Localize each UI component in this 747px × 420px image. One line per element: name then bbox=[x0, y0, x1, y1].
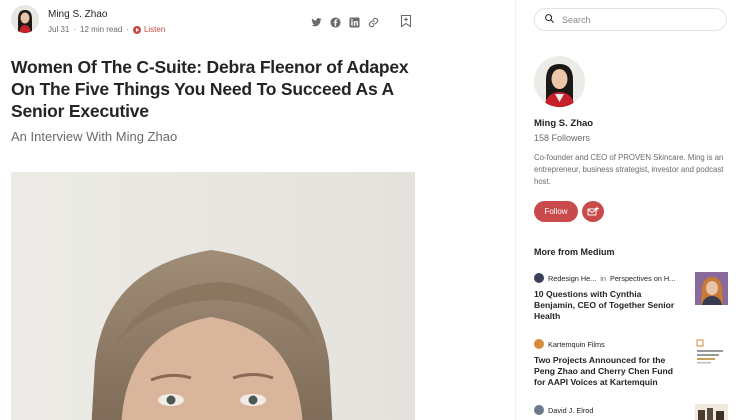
more-from-medium-heading: More from Medium bbox=[534, 247, 615, 257]
author-byline: Ming S. Zhao Jul 31 · 12 min read · List… bbox=[11, 5, 415, 37]
rec-title[interactable]: 10 Questions with Cynthia Benjamin, CEO … bbox=[534, 289, 684, 322]
source-author[interactable]: Redesign He... bbox=[548, 274, 596, 283]
play-icon bbox=[132, 25, 141, 34]
in-label: in bbox=[600, 273, 606, 283]
bookmark-icon[interactable] bbox=[400, 14, 412, 28]
twitter-icon[interactable] bbox=[311, 15, 322, 27]
link-icon[interactable] bbox=[368, 15, 379, 28]
listen-button[interactable]: Listen bbox=[132, 25, 166, 34]
search-box[interactable] bbox=[534, 8, 727, 31]
source-author[interactable]: Kartemquin Films bbox=[548, 340, 605, 349]
article-subtitle: An Interview With Ming Zhao bbox=[11, 129, 178, 144]
rec-title[interactable]: Two Projects Announced for the Peng Zhao… bbox=[534, 355, 684, 388]
search-input[interactable] bbox=[562, 14, 712, 25]
sidebar-author-name[interactable]: Ming S. Zhao bbox=[534, 118, 593, 129]
rec-thumbnail[interactable] bbox=[695, 338, 728, 371]
share-bar bbox=[311, 15, 379, 28]
author-bio: Co-founder and CEO of PROVEN Skincare. M… bbox=[534, 153, 724, 186]
separator: · bbox=[73, 25, 77, 34]
source-avatar bbox=[534, 273, 544, 283]
author-avatar[interactable] bbox=[11, 5, 39, 33]
source-publication[interactable]: Perspectives on H... bbox=[610, 274, 675, 283]
facebook-icon[interactable] bbox=[330, 15, 341, 28]
source-author[interactable]: David J. Elrod bbox=[548, 406, 593, 415]
hero-image bbox=[11, 172, 415, 420]
subscribe-email-button[interactable] bbox=[582, 201, 604, 222]
follow-button[interactable]: Follow bbox=[534, 201, 578, 222]
recommended-article[interactable]: David J. Elrod bbox=[534, 404, 730, 420]
rec-thumbnail[interactable] bbox=[695, 272, 728, 305]
recommended-article[interactable]: Kartemquin Films Two Projects Announced … bbox=[534, 338, 730, 388]
linkedin-icon[interactable] bbox=[349, 15, 360, 28]
search-icon bbox=[544, 11, 555, 29]
source-avatar bbox=[534, 405, 544, 415]
rec-thumbnail[interactable] bbox=[695, 404, 728, 420]
article-title: Women Of The C-Suite: Debra Fleenor of A… bbox=[11, 57, 409, 121]
sidebar: Ming S. Zhao 158 Followers Co-founder an… bbox=[516, 0, 747, 420]
follower-count[interactable]: 158 Followers bbox=[534, 133, 590, 143]
author-name[interactable]: Ming S. Zhao bbox=[48, 9, 107, 20]
separator: · bbox=[126, 25, 129, 34]
read-time: 12 min read bbox=[80, 25, 123, 34]
source-avatar bbox=[534, 339, 544, 349]
author-avatar-large[interactable] bbox=[534, 56, 585, 107]
article-column: Ming S. Zhao Jul 31 · 12 min read · List… bbox=[0, 0, 515, 420]
article-meta: Jul 31 · 12 min read · Listen bbox=[48, 25, 165, 34]
publish-date: Jul 31 bbox=[48, 25, 70, 34]
listen-label: Listen bbox=[143, 25, 166, 34]
recommended-article[interactable]: Redesign He... in Perspectives on H... 1… bbox=[534, 272, 730, 322]
